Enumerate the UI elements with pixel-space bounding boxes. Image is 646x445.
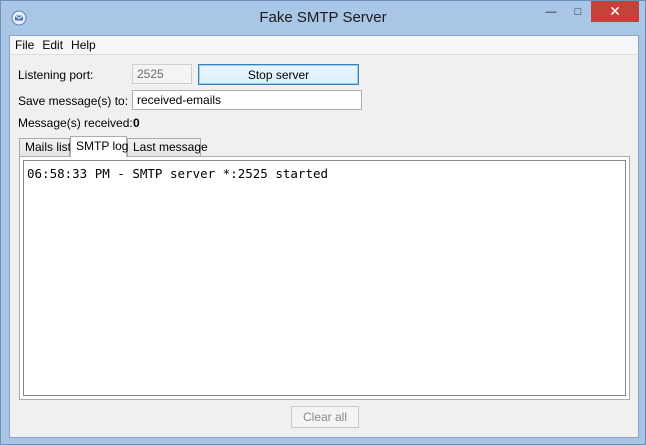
- save-path-input[interactable]: [132, 90, 362, 110]
- stop-server-button[interactable]: Stop server: [198, 64, 359, 85]
- minimize-button[interactable]: —: [537, 1, 565, 23]
- menu-bar: File Edit Help: [10, 36, 638, 55]
- menu-edit[interactable]: Edit: [38, 38, 67, 52]
- received-label: Message(s) received:: [18, 116, 133, 130]
- smtp-log-text[interactable]: 06:58:33 PM - SMTP server *:2525 started: [23, 160, 626, 396]
- save-path-label: Save message(s) to:: [18, 94, 129, 108]
- title-bar[interactable]: Fake SMTP Server — □ ✕: [1, 1, 645, 35]
- tab-smtp-log[interactable]: SMTP log: [70, 136, 128, 157]
- smtp-log-panel: 06:58:33 PM - SMTP server *:2525 started: [19, 156, 630, 400]
- close-button[interactable]: ✕: [591, 1, 639, 22]
- received-count: 0: [133, 116, 140, 130]
- app-window: Fake SMTP Server — □ ✕ File Edit Help Li…: [0, 0, 646, 445]
- port-input[interactable]: [132, 64, 192, 84]
- clear-all-button[interactable]: Clear all: [291, 406, 359, 428]
- tab-mails-list[interactable]: Mails list: [19, 138, 71, 156]
- port-label: Listening port:: [18, 68, 94, 82]
- maximize-button[interactable]: □: [564, 1, 592, 23]
- tab-last-message[interactable]: Last message: [127, 138, 208, 156]
- menu-file[interactable]: File: [10, 38, 38, 52]
- menu-help[interactable]: Help: [67, 38, 100, 52]
- client-area: File Edit Help Listening port: Stop serv…: [9, 35, 639, 438]
